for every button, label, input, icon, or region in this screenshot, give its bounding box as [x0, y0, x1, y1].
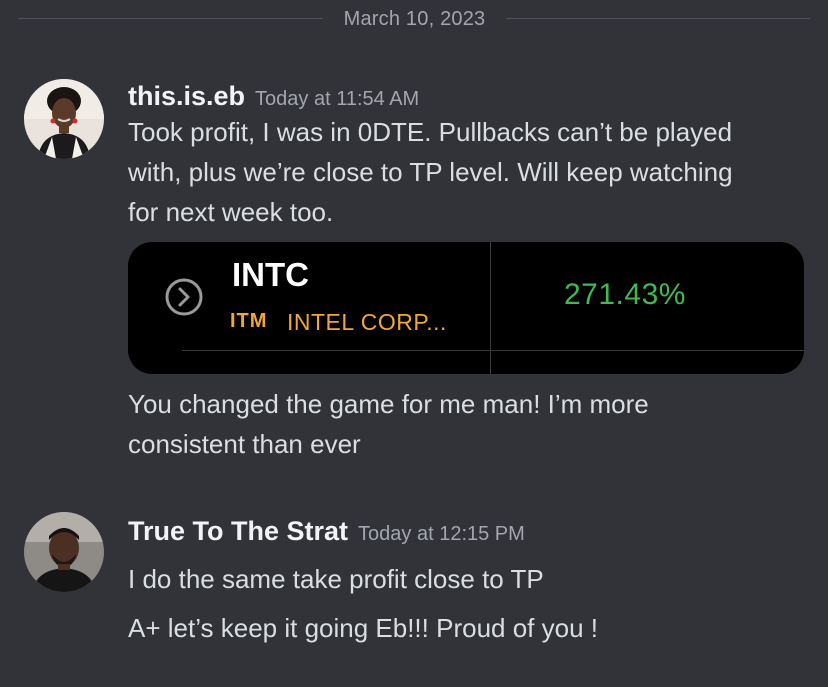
message-line: You changed the game for me man! I’m mor… [128, 389, 649, 419]
trade-embed-card[interactable]: INTC ITM INTEL CORP... 271.43% [128, 242, 804, 374]
date-divider: March 10, 2023 [0, 0, 828, 38]
message-header: True To The Strat Today at 12:15 PM [128, 516, 525, 547]
username[interactable]: True To The Strat [128, 516, 348, 546]
username[interactable]: this.is.eb [128, 81, 245, 111]
percent-gain: 271.43% [564, 278, 686, 311]
avatar-this-is-eb[interactable] [24, 79, 104, 159]
divider-line-right [506, 18, 810, 19]
divider-line-left [18, 18, 323, 19]
message-line: Took profit, I was in 0DTE. Pullbacks ca… [128, 117, 733, 147]
chevron-right-circle-icon[interactable] [164, 277, 204, 317]
divider-date: March 10, 2023 [343, 8, 486, 30]
avatar-true-to-the-strat[interactable] [24, 512, 104, 592]
message-header: this.is.eb Today at 11:54 AM [128, 81, 419, 112]
message-line: A+ let’s keep it going Eb!!! Proud of yo… [128, 613, 598, 643]
message-line: I do the same take profit close to TP [128, 564, 544, 594]
message-body: I do the same take profit close to TP [128, 559, 544, 599]
message-line: consistent than ever [128, 429, 361, 459]
embed-vertical-divider [490, 242, 491, 374]
message-line: for next week too. [128, 197, 334, 227]
message-line: with, plus we’re close to TP level. Will… [128, 157, 733, 187]
embed-horizontal-divider [182, 350, 804, 351]
itm-badge: ITM [230, 310, 268, 332]
timestamp: Today at 11:54 AM [255, 88, 420, 110]
company-name: INTEL CORP... [287, 309, 447, 335]
message-body: A+ let’s keep it going Eb!!! Proud of yo… [128, 608, 598, 648]
timestamp: Today at 12:15 PM [358, 523, 525, 545]
ticker-symbol: INTC [232, 256, 309, 293]
chat-page: March 10, 2023 this.is.eb Today at 11:54 … [0, 0, 828, 687]
message-body-followup: You changed the game for me man! I’m mor… [128, 384, 649, 464]
message-body: Took profit, I was in 0DTE. Pullbacks ca… [128, 112, 733, 232]
